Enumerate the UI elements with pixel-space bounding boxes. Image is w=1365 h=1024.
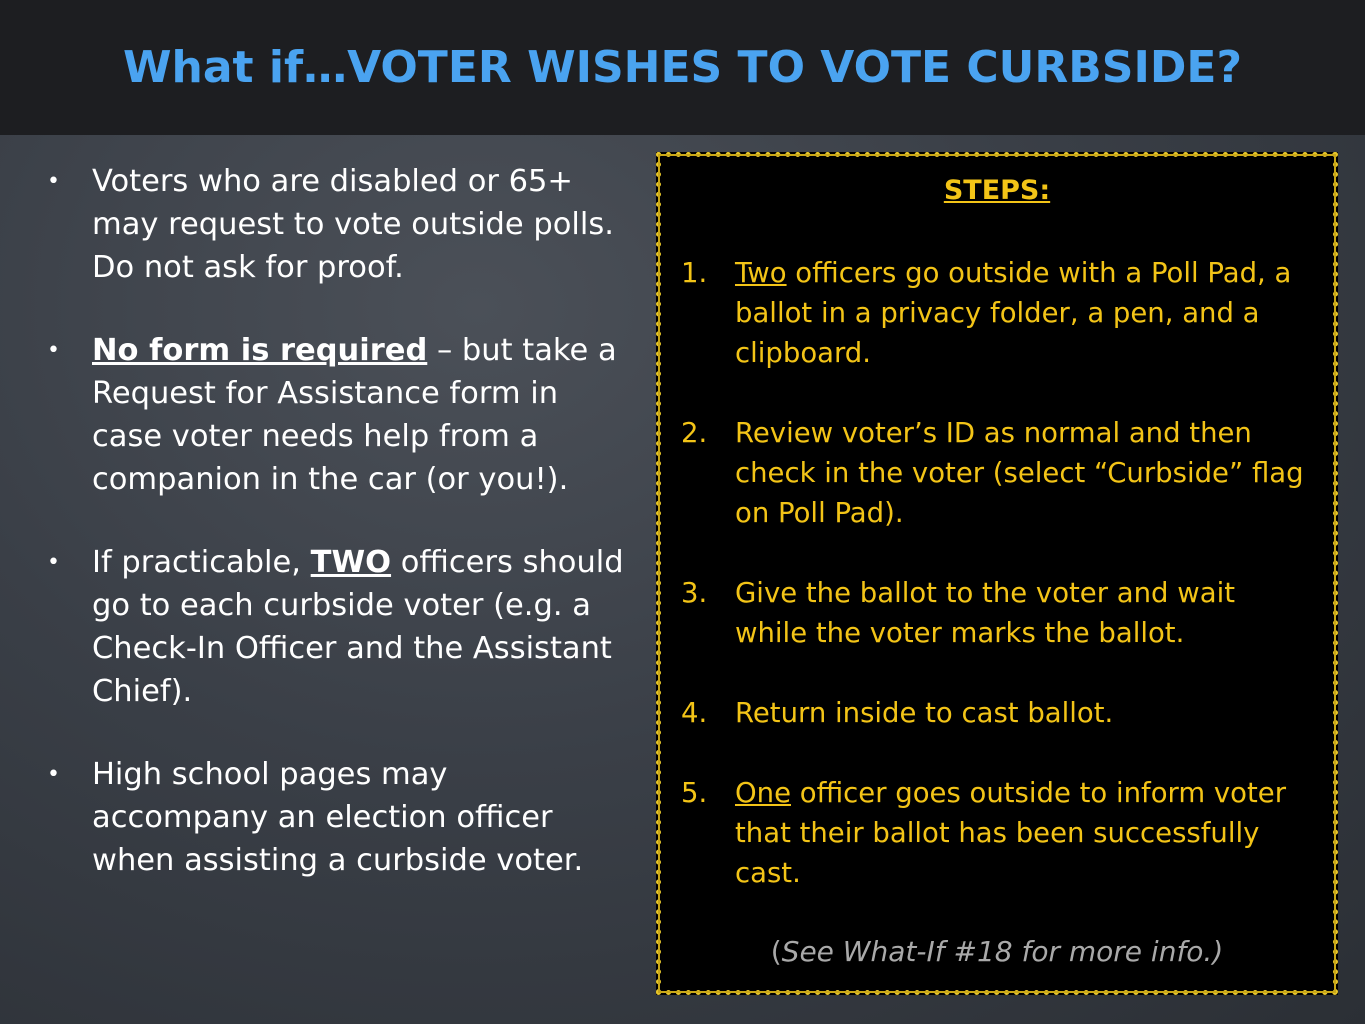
- bullet-list: • Voters who are disabled or 65+ may req…: [42, 160, 632, 922]
- bullet-icon: •: [47, 169, 60, 194]
- step-item: 4. Return inside to cast ballot.: [681, 693, 1311, 733]
- list-item: • Voters who are disabled or 65+ may req…: [42, 160, 632, 289]
- steps-list: 1. Two officers go outside with a Poll P…: [681, 253, 1311, 933]
- bullet-text: High school pages may accompany an elect…: [92, 757, 584, 878]
- bullet-icon: •: [47, 550, 60, 575]
- steps-heading: STEPS:: [943, 175, 1051, 206]
- bullet-text: No form is required – but take a Request…: [92, 333, 617, 497]
- step-number: 5.: [681, 777, 708, 809]
- step-item: 5. One officer goes outside to inform vo…: [681, 773, 1311, 893]
- step-number: 4.: [681, 697, 708, 729]
- bullet-icon: •: [47, 762, 60, 787]
- step-text: Return inside to cast ballot.: [735, 697, 1114, 729]
- step-emphasis: One: [735, 777, 791, 809]
- step-item: 2. Review voter’s ID as normal and then …: [681, 413, 1311, 533]
- page-title: What if…VOTER WISHES TO VOTE CURBSIDE?: [123, 42, 1242, 93]
- step-text: Give the ballot to the voter and wait wh…: [735, 577, 1236, 649]
- step-number: 3.: [681, 577, 708, 609]
- emphasis: TWO: [310, 545, 392, 580]
- bullet-text: Voters who are disabled or 65+ may reque…: [92, 164, 614, 285]
- step-number: 1.: [681, 257, 708, 289]
- steps-box: STEPS: 1. Two officers go outside with a…: [656, 152, 1338, 995]
- step-text: Review voter’s ID as normal and then che…: [735, 417, 1304, 529]
- step-text: One officer goes outside to inform voter…: [735, 777, 1287, 889]
- list-item: • No form is required – but take a Reque…: [42, 329, 632, 501]
- step-item: 3. Give the ballot to the voter and wait…: [681, 573, 1311, 653]
- more-info-note: (See What-If #18 for more info.): [770, 935, 1224, 968]
- step-text: Two officers go outside with a Poll Pad,…: [735, 257, 1292, 369]
- step-item: 1. Two officers go outside with a Poll P…: [681, 253, 1311, 373]
- emphasis: No form is required: [92, 333, 428, 368]
- title-bar: What if…VOTER WISHES TO VOTE CURBSIDE?: [0, 0, 1365, 135]
- bullet-text: If practicable, TWO officers should go t…: [92, 545, 624, 709]
- bullet-icon: •: [47, 338, 60, 363]
- list-item: • If practicable, TWO officers should go…: [42, 541, 632, 713]
- step-emphasis: Two: [735, 257, 787, 289]
- step-number: 2.: [681, 417, 708, 449]
- list-item: • High school pages may accompany an ele…: [42, 753, 632, 882]
